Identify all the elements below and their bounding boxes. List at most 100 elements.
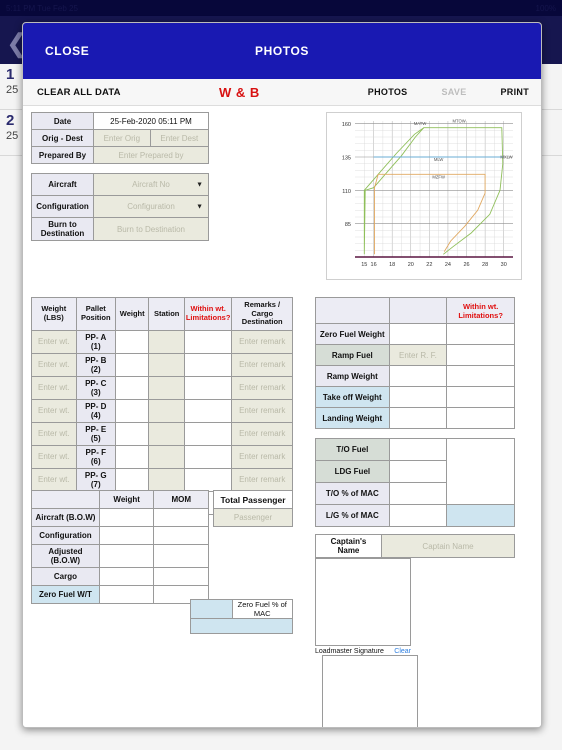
- clear-all-data-button[interactable]: CLEAR ALL DATA: [37, 87, 121, 98]
- bow-mom-value[interactable]: [153, 526, 209, 545]
- passenger-input[interactable]: Passenger: [213, 508, 293, 527]
- fuel-table-value-header: [388, 297, 448, 324]
- close-button[interactable]: CLOSE: [23, 44, 89, 58]
- dest-input[interactable]: Enter Dest: [149, 129, 210, 147]
- pallet-station-value[interactable]: [148, 444, 185, 469]
- pallet-within-limits: [183, 375, 233, 400]
- mac-row-value[interactable]: [388, 438, 448, 461]
- weight-balance-chart[interactable]: 85 110 135 160 15 16 18 20 22 24 26 28 30 MATW MTOW MLW…: [326, 112, 522, 280]
- table-header-row: Weight MOM: [31, 490, 209, 509]
- aircraft-select[interactable]: Aircraft No ▼: [93, 173, 209, 196]
- loadmaster-signature-pad[interactable]: [315, 558, 411, 646]
- bow-weight-value[interactable]: [98, 508, 155, 527]
- bow-mom-value[interactable]: [153, 508, 209, 527]
- mac-row-value[interactable]: [388, 482, 448, 505]
- pallet-weight-input[interactable]: Enter wt.: [31, 329, 77, 354]
- pallet-remark-input[interactable]: Enter remark: [231, 352, 293, 377]
- pallet-station-value[interactable]: [148, 421, 185, 446]
- pallet-weight-input[interactable]: Enter wt.: [31, 444, 77, 469]
- zero-fuel-mac-value[interactable]: [189, 599, 233, 619]
- fuel-value-input[interactable]: [388, 386, 448, 408]
- pallet-weight-input[interactable]: Enter wt.: [31, 421, 77, 446]
- pallet-position-label: PP- F (6): [75, 444, 116, 469]
- fuel-value-input[interactable]: [388, 323, 448, 345]
- fuel-value-input[interactable]: Enter R. F.: [388, 344, 448, 366]
- table-row: Take off Weight: [315, 386, 515, 408]
- pallet-remark-input[interactable]: Enter remark: [231, 444, 293, 469]
- pallet-station-value[interactable]: [148, 352, 185, 377]
- bow-row-label: Zero Fuel W/T: [31, 585, 100, 604]
- pallet-remark-input[interactable]: Enter remark: [231, 421, 293, 446]
- fuel-value-input[interactable]: [388, 407, 448, 429]
- mac-row-value[interactable]: [388, 460, 448, 483]
- prepared-by-input[interactable]: Enter Prepared by: [93, 146, 209, 164]
- print-button[interactable]: PRINT: [501, 87, 530, 97]
- fuel-row-label: Ramp Weight: [315, 365, 390, 387]
- pallet-weight-value[interactable]: [114, 398, 150, 423]
- fuel-table-body: Zero Fuel Weight Ramp Fuel Enter R. F. Ramp…: [315, 323, 515, 429]
- svg-text:22: 22: [426, 262, 432, 268]
- table-row: Captain's Name Captain Name: [315, 534, 515, 558]
- chart-svg: 85 110 135 160 15 16 18 20 22 24 26 28 30 MATW MTOW MLW…: [327, 113, 521, 279]
- pallet-station-value[interactable]: [148, 375, 185, 400]
- save-button[interactable]: SAVE: [441, 87, 466, 97]
- table-row: Burn to Destination Burn to Destination: [31, 217, 209, 241]
- fuel-weight-table: Within wt. Limitations? Zero Fuel Weight…: [315, 297, 515, 429]
- col-within-limits: Within wt. Limitations?: [183, 297, 233, 331]
- captain-signature-pad[interactable]: [322, 655, 418, 727]
- pallet-remark-input[interactable]: Enter remark: [231, 467, 293, 492]
- bow-weight-value[interactable]: [98, 567, 155, 586]
- date-value[interactable]: 25-Feb-2020 05:11 PM: [93, 112, 209, 130]
- pallet-table-body: Enter wt. PP- A (1) Enter remark Enter wt. P…: [31, 329, 293, 515]
- bow-weight-value[interactable]: [98, 526, 155, 545]
- pallet-weight-value[interactable]: [114, 444, 150, 469]
- pallet-within-limits: [183, 398, 233, 423]
- table-row: Enter wt. PP- D (4) Enter remark: [31, 398, 293, 423]
- bow-mom-value[interactable]: [153, 544, 209, 568]
- pallet-weight-input[interactable]: Enter wt.: [31, 352, 77, 377]
- pallet-weight-value[interactable]: [114, 467, 150, 492]
- wb-sheet: Date 25-Feb-2020 05:11 PM Orig - Dest En…: [23, 106, 541, 727]
- trip-info-table: Date 25-Feb-2020 05:11 PM Orig - Dest En…: [31, 112, 210, 164]
- pallet-remark-input[interactable]: Enter remark: [231, 398, 293, 423]
- table-row: Date 25-Feb-2020 05:11 PM: [31, 112, 209, 130]
- svg-text:MATW: MATW: [414, 121, 427, 126]
- pallet-weight-value[interactable]: [114, 375, 150, 400]
- fuel-within-limits: [446, 344, 515, 366]
- loadmaster-clear-button[interactable]: Clear: [394, 648, 411, 655]
- pallet-within-limits: [183, 352, 233, 377]
- mac-table: T/O Fuel LDG Fuel T/O % of MAC L/G % of MAC: [315, 438, 515, 527]
- pallet-within-limits: [183, 329, 233, 354]
- table-row: Total Passenger: [213, 490, 293, 509]
- bow-weight-value[interactable]: [98, 544, 155, 568]
- table-row: Orig - Dest Enter Orig Enter Dest: [31, 129, 210, 147]
- photos-button[interactable]: PHOTOS: [368, 87, 408, 97]
- pallet-weight-input[interactable]: Enter wt.: [31, 467, 77, 492]
- zfmac-spacer: [149, 600, 190, 619]
- pallet-weight-value[interactable]: [114, 352, 150, 377]
- pallet-station-value[interactable]: [148, 329, 185, 354]
- mac-row-label: L/G % of MAC: [315, 504, 390, 527]
- configuration-select[interactable]: Configuration ▼: [93, 195, 209, 218]
- zero-fuel-mac-wide[interactable]: [189, 618, 294, 634]
- bow-mom-value[interactable]: [153, 567, 209, 586]
- table-row: Enter wt. PP- F (6) Enter remark: [31, 444, 293, 469]
- pallet-weight-input[interactable]: Enter wt.: [31, 398, 77, 423]
- captain-name-input[interactable]: Captain Name: [381, 534, 515, 558]
- mac-row-value[interactable]: [388, 504, 448, 527]
- bow-weight-value[interactable]: [98, 585, 155, 604]
- mac-last-cell[interactable]: [446, 504, 515, 527]
- pallet-station-value[interactable]: [148, 398, 185, 423]
- orig-input[interactable]: Enter Orig: [93, 129, 151, 147]
- fuel-value-input[interactable]: [388, 365, 448, 387]
- pallet-remark-input[interactable]: Enter remark: [231, 375, 293, 400]
- pallet-remark-input[interactable]: Enter remark: [231, 329, 293, 354]
- pallet-station-value[interactable]: [148, 467, 185, 492]
- table-header-row: Within wt. Limitations?: [315, 297, 515, 324]
- pallet-weight-input[interactable]: Enter wt.: [31, 375, 77, 400]
- mac-table-body: T/O Fuel LDG Fuel T/O % of MAC L/G % of MAC: [315, 438, 515, 527]
- burn-to-destination-input[interactable]: Burn to Destination: [93, 217, 209, 241]
- total-passenger-label: Total Passenger: [213, 490, 293, 509]
- pallet-weight-value[interactable]: [114, 421, 150, 446]
- pallet-weight-value[interactable]: [114, 329, 150, 354]
